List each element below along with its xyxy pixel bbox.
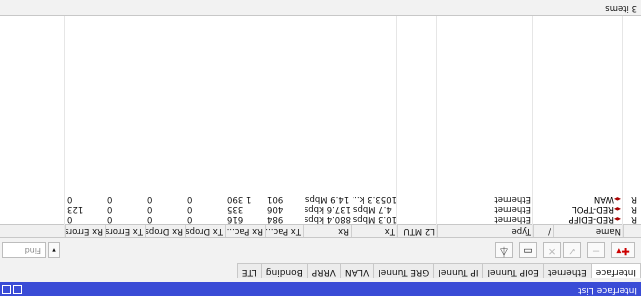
title-bar: Interface List xyxy=(0,282,641,296)
interface-table: Name / Type L2 MTU Tx Rx Tx Pac... Rx Pa… xyxy=(0,15,641,238)
row-rx-packets: 335 xyxy=(227,204,244,214)
col-l2mtu-header[interactable]: L2 MTU xyxy=(397,225,437,237)
tab-lte[interactable]: LTE xyxy=(236,263,262,278)
row-tx: 4.7 Mbps xyxy=(353,204,392,214)
table-row[interactable]: R ◂▸WAN Ethernet 1053.3 k... 14.9 Mbps 9… xyxy=(0,194,641,204)
row-flag: R xyxy=(631,214,637,224)
tab-gre-tunnel[interactable]: GRE Tunnel xyxy=(373,263,435,278)
col-rx-packets-header[interactable]: Rx Pac... xyxy=(225,225,265,237)
row-tx: 1053.3 k... xyxy=(353,194,397,204)
chevron-down-icon: ▾ xyxy=(52,246,56,254)
interface-icon: ◂▸ xyxy=(613,205,621,213)
row-rx-drops: 0 xyxy=(147,194,153,204)
check-icon: ✓ xyxy=(567,245,577,256)
add-button[interactable]: ✚▾ xyxy=(611,242,635,258)
row-rx-errors: 123 xyxy=(67,204,84,214)
tab-ip-tunnel[interactable]: IP Tunnel xyxy=(433,263,484,278)
row-tx-drops: 0 xyxy=(187,194,193,204)
row-rx-packets: 1 390 xyxy=(227,194,252,204)
comment-button[interactable]: ▭ xyxy=(519,242,537,258)
interface-icon: ◂▸ xyxy=(613,215,621,223)
close-icon[interactable] xyxy=(2,285,11,294)
interface-list-window: Interface List Interface Ethernet EoIP T… xyxy=(0,0,641,296)
row-rx: 14.9 Mbps xyxy=(305,194,350,204)
col-rx-drops-header[interactable]: Rx Drops xyxy=(145,225,185,237)
plus-icon: ✚▾ xyxy=(616,245,630,256)
tab-bonding[interactable]: Bonding xyxy=(260,263,308,278)
row-name: ◂▸RED-TPOL xyxy=(572,204,621,214)
maximize-icon[interactable] xyxy=(13,285,22,294)
row-rx-errors: 0 xyxy=(67,214,73,224)
remove-button[interactable]: − xyxy=(587,242,605,258)
tab-interface[interactable]: Interface xyxy=(590,263,641,278)
row-type: Ethernet xyxy=(494,194,531,204)
row-rx-drops: 0 xyxy=(147,204,153,214)
row-tx-packets: 984 xyxy=(267,214,284,224)
column-divider xyxy=(622,15,623,237)
col-rx-errors-header[interactable]: Rx Errors xyxy=(65,225,105,237)
filter-button[interactable]: ⏃ xyxy=(495,242,513,258)
row-tx-errors: 0 xyxy=(107,194,113,204)
col-name-header[interactable]: Name xyxy=(553,225,623,237)
column-divider xyxy=(64,15,65,237)
column-divider xyxy=(396,15,397,237)
filter-icon: ⏃ xyxy=(499,245,509,256)
table-header: Name / Type L2 MTU Tx Rx Tx Pac... Rx Pa… xyxy=(0,224,641,237)
col-rx-header[interactable]: Rx xyxy=(303,225,351,237)
row-tx-drops: 0 xyxy=(187,214,193,224)
row-rx-packets: 616 xyxy=(227,214,244,224)
column-divider xyxy=(436,15,437,237)
row-name: ◂▸RED-EDIFP xyxy=(568,214,621,224)
interface-icon: ◂▸ xyxy=(613,195,621,203)
row-tx: 10.3 Mbps xyxy=(353,214,397,224)
tab-bar: Interface Ethernet EoIP Tunnel IP Tunnel… xyxy=(236,263,641,278)
tab-ethernet[interactable]: Ethernet xyxy=(542,263,592,278)
row-tx-packets: 406 xyxy=(267,204,284,214)
window-controls xyxy=(2,285,22,294)
tab-eoip-tunnel[interactable]: EoIP Tunnel xyxy=(482,263,544,278)
x-icon: ✕ xyxy=(547,245,557,256)
comment-icon: ▭ xyxy=(523,245,533,256)
tab-vlan[interactable]: VLAN xyxy=(339,263,375,278)
row-tx-drops: 0 xyxy=(187,204,193,214)
row-name: ◂▸WAN xyxy=(593,194,621,204)
row-type: Ethernet xyxy=(494,214,531,224)
minus-icon: − xyxy=(591,245,601,256)
table-row[interactable]: R ◂▸RED-EDIFP Ethernet 10.3 Mbps 880.4 k… xyxy=(0,214,641,224)
col-tx-drops-header[interactable]: Tx Drops xyxy=(185,225,225,237)
status-bar: 3 items xyxy=(0,0,641,16)
find-input[interactable]: Find xyxy=(2,242,46,258)
tab-vrrp[interactable]: VRRP xyxy=(306,263,341,278)
row-tx-errors: 0 xyxy=(107,204,113,214)
row-rx-errors: 0 xyxy=(67,194,73,204)
row-type: Ethernet xyxy=(494,204,531,214)
col-sort-header[interactable]: / xyxy=(533,225,553,237)
row-tx-packets: 901 xyxy=(267,194,284,204)
col-type-header[interactable]: Type xyxy=(437,225,533,237)
column-divider xyxy=(532,15,533,237)
window-title: Interface List xyxy=(578,285,637,295)
disable-button[interactable]: ✕ xyxy=(543,242,561,258)
enable-button[interactable]: ✓ xyxy=(563,242,581,258)
table-row[interactable]: R ◂▸RED-TPOL Ethernet 4.7 Mbps 137.6 kbp… xyxy=(0,204,641,214)
row-rx-drops: 0 xyxy=(147,214,153,224)
col-tx-header[interactable]: Tx xyxy=(351,225,397,237)
row-flag: R xyxy=(631,204,637,214)
toolbar: ✚▾ − ✓ ✕ ▭ ⏃ ▾ Find xyxy=(0,238,641,260)
row-rx: 137.6 kbps xyxy=(305,204,351,214)
col-tx-errors-header[interactable]: Tx Errors xyxy=(105,225,145,237)
row-rx: 880.4 kbps xyxy=(305,214,351,224)
row-flag: R xyxy=(631,194,637,204)
find-dropdown[interactable]: ▾ xyxy=(48,242,60,258)
item-count: 3 items xyxy=(605,3,637,13)
col-flag-header[interactable] xyxy=(623,225,641,237)
row-tx-errors: 0 xyxy=(107,214,113,224)
col-tx-packets-header[interactable]: Tx Pac... xyxy=(265,225,303,237)
